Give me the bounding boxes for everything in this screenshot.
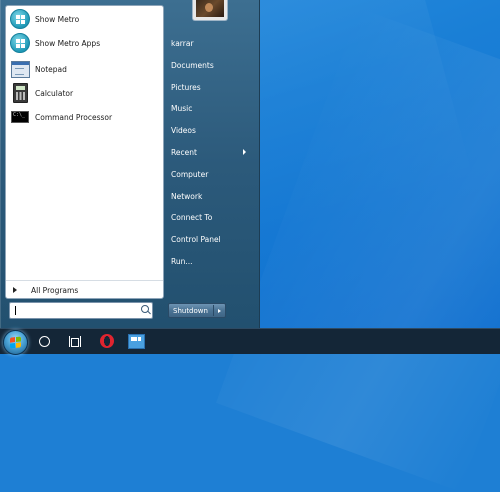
pinned-item-label: Command Processor [35,112,113,122]
right-item-connect-to[interactable]: Connect To [166,208,252,227]
explorer-icon[interactable] [128,334,145,349]
right-item-label: Documents [171,61,214,70]
pinned-item-command-processor[interactable]: C:\_ Command Processor [8,106,158,128]
right-item-label: Recent [171,148,197,157]
metro-icon [10,9,30,29]
cortana-icon[interactable] [39,336,50,347]
task-view-icon[interactable] [69,336,81,347]
right-item-music[interactable]: Music [166,99,252,118]
pinned-item-label: Calculator [35,88,74,98]
right-item-documents[interactable]: Documents [166,56,252,75]
right-item-label: Pictures [171,83,201,92]
calculator-icon [10,83,30,103]
pinned-item-show-metro-apps[interactable]: Show Metro Apps [8,32,158,54]
start-menu: Show Metro Show Metro Apps Notepad Calcu… [0,0,260,328]
opera-icon[interactable] [100,334,114,348]
taskbar [0,328,500,355]
right-item-label: Control Panel [171,235,221,244]
shutdown-options-button[interactable] [214,308,225,313]
all-programs-label: All Programs [31,285,79,295]
pinned-item-notepad[interactable]: Notepad [8,58,158,80]
right-item-label: Network [171,192,203,201]
submenu-arrow-icon [243,149,246,155]
right-item-label: Run... [171,257,193,266]
text-caret [15,306,16,315]
shutdown-label: Shutdown [173,306,208,315]
right-item-label: karrar [171,39,194,48]
pinned-item-label: Show Metro Apps [35,38,101,48]
user-avatar[interactable] [192,0,228,21]
right-item-run[interactable]: Run... [166,252,252,271]
pinned-item-show-metro[interactable]: Show Metro [8,8,158,30]
search-input[interactable] [9,302,153,319]
right-item-control-panel[interactable]: Control Panel [166,230,252,249]
metro-apps-icon [10,33,30,53]
chevron-right-icon [218,308,221,313]
pinned-item-label: Notepad [35,64,67,74]
right-item-label: Connect To [171,213,213,222]
right-item-network[interactable]: Network [166,187,252,206]
right-item-user[interactable]: karrar [166,34,252,53]
right-item-recent[interactable]: Recent [166,143,252,162]
all-programs-button[interactable]: All Programs [6,280,163,299]
chevron-right-icon [13,287,17,293]
right-item-computer[interactable]: Computer [166,165,252,184]
right-item-label: Music [171,104,193,113]
shutdown-button[interactable]: Shutdown [168,303,226,318]
pinned-item-calculator[interactable]: Calculator [8,82,158,104]
search-icon[interactable] [141,305,149,313]
start-menu-left-pane: Show Metro Show Metro Apps Notepad Calcu… [5,5,164,299]
pinned-item-label: Show Metro [35,14,80,24]
command-prompt-icon: C:\_ [10,107,30,127]
right-item-pictures[interactable]: Pictures [166,78,252,97]
notepad-icon [10,59,30,79]
windows-logo-icon [10,336,21,349]
avatar-image [196,0,224,17]
right-item-videos[interactable]: Videos [166,121,252,140]
start-button[interactable] [3,330,28,355]
right-item-label: Computer [171,170,209,179]
right-item-label: Videos [171,126,196,135]
